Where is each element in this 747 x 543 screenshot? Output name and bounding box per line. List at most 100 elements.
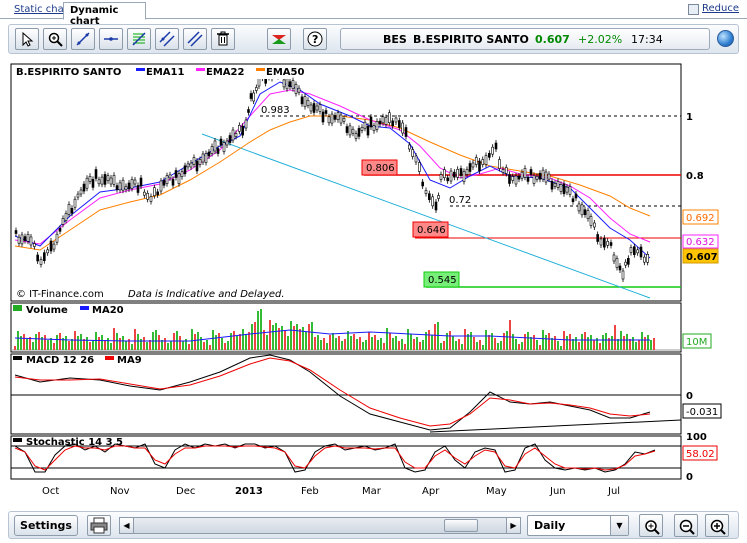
volume-axis-label: 10M xyxy=(686,337,707,348)
reduce-link[interactable]: Reduce xyxy=(702,3,739,14)
x-tick-label: Jun xyxy=(549,486,566,497)
period-select[interactable]: Daily ▼ xyxy=(527,515,629,536)
volume-bar xyxy=(251,324,253,350)
zoom-out-button[interactable] xyxy=(674,514,698,537)
candle-body xyxy=(309,104,313,112)
channel-button[interactable] xyxy=(155,28,179,50)
time-scrollbar[interactable]: ◀ ▶ xyxy=(119,517,521,534)
volume-bar xyxy=(125,341,127,350)
candle-body xyxy=(612,254,616,262)
candle-body xyxy=(29,236,33,246)
volume-bar xyxy=(179,336,181,350)
stock-chart[interactable]: 0.983 0.806 0.72 0.646 0.545 B.ESPIRITO … xyxy=(10,60,744,500)
delete-button[interactable] xyxy=(211,28,235,50)
candle-body xyxy=(446,177,449,182)
candle-body xyxy=(300,96,304,105)
volume-bar xyxy=(452,336,454,350)
candle-body xyxy=(327,116,331,124)
candle-body xyxy=(139,177,143,187)
print-button[interactable] xyxy=(87,515,111,536)
volume-bar xyxy=(65,336,67,350)
volume-bar xyxy=(107,338,109,350)
trendline-button[interactable] xyxy=(71,28,95,50)
volume-bar xyxy=(149,340,151,350)
scroll-right-button[interactable]: ▶ xyxy=(506,518,520,533)
volume-bar xyxy=(527,332,529,350)
macd-trend-line[interactable] xyxy=(429,419,682,433)
candle-body xyxy=(609,242,613,246)
candle-body xyxy=(103,174,107,185)
candle-body xyxy=(568,186,572,195)
stoch-tick-100: 100 xyxy=(686,432,707,443)
stoch-tick-0: 0 xyxy=(686,472,693,483)
volume-bar xyxy=(449,331,451,350)
legend-volume-ma-swatch xyxy=(80,306,89,310)
volume-bar xyxy=(293,326,295,350)
candle-body xyxy=(282,79,286,88)
candle-body xyxy=(474,157,478,165)
volume-bar xyxy=(344,339,346,350)
candle-body xyxy=(544,171,548,183)
scroll-thumb[interactable] xyxy=(444,519,478,532)
help-button[interactable]: ? xyxy=(303,28,327,50)
volume-bar xyxy=(170,341,172,350)
settings-button[interactable]: Settings xyxy=(14,515,78,536)
horizontal-line-button[interactable] xyxy=(99,28,123,50)
scroll-track[interactable] xyxy=(134,518,506,533)
tab-dynamic-chart[interactable]: Dynamic chart xyxy=(63,2,146,27)
scroll-left-button[interactable]: ◀ xyxy=(120,518,134,533)
parallel-button[interactable] xyxy=(183,28,207,50)
candle-body xyxy=(333,115,337,120)
annotation-0545: 0.545 xyxy=(428,275,457,286)
candle-body xyxy=(384,117,388,125)
legend-macd-ma: MA9 xyxy=(117,355,142,366)
period-value: Daily xyxy=(534,519,566,532)
globe-icon[interactable] xyxy=(717,30,734,47)
chevron-down-icon[interactable]: ▼ xyxy=(610,516,628,535)
disclaimer-text: Data is Indicative and Delayed. xyxy=(128,289,285,300)
volume-bar xyxy=(626,334,628,350)
candle-body xyxy=(97,179,101,185)
cursor-button[interactable] xyxy=(15,28,39,50)
candle-body xyxy=(428,193,431,200)
volume-bar xyxy=(551,338,553,350)
candle-body xyxy=(484,155,488,165)
legend-ema50-swatch xyxy=(256,68,265,71)
candle-body xyxy=(219,138,223,146)
fibonacci-button[interactable] xyxy=(127,28,151,50)
candle-body xyxy=(596,234,599,242)
volume-bar xyxy=(137,334,139,350)
candle-body xyxy=(133,179,137,185)
legend-volume-swatch xyxy=(13,305,22,311)
candle-body xyxy=(603,237,606,248)
ema22-line xyxy=(14,89,651,245)
zigzag-button[interactable] xyxy=(267,28,291,50)
volume-bar xyxy=(338,336,340,350)
volume-bar xyxy=(176,331,178,350)
reduce-icon[interactable] xyxy=(688,4,699,15)
zoom-button[interactable] xyxy=(43,28,67,50)
volume-bar xyxy=(638,340,640,350)
volume-bar xyxy=(332,333,334,350)
candle-body xyxy=(33,243,36,247)
candle-body xyxy=(109,177,113,185)
volume-bar xyxy=(92,340,94,350)
volume-bar xyxy=(605,333,607,350)
volume-bar xyxy=(71,339,73,350)
candle-body xyxy=(629,247,633,253)
candle-body xyxy=(401,122,404,134)
candle-body xyxy=(574,193,578,199)
price-candles[interactable] xyxy=(14,65,649,283)
volume-bar xyxy=(311,322,313,350)
volume-bar xyxy=(320,340,322,350)
x-axis: Oct Nov Dec 2013 Feb Mar Apr May Jun Jul xyxy=(42,486,620,497)
zoom-in-button[interactable] xyxy=(705,514,729,537)
volume-bar xyxy=(647,335,649,350)
zoom-fit-button[interactable] xyxy=(639,514,663,537)
annotation-072: 0.72 xyxy=(449,195,471,206)
x-tick-label: 2013 xyxy=(235,486,263,497)
volume-bar xyxy=(401,339,403,350)
candle-body xyxy=(553,183,557,187)
volume-bar xyxy=(380,338,382,350)
volume-bar xyxy=(245,334,247,350)
